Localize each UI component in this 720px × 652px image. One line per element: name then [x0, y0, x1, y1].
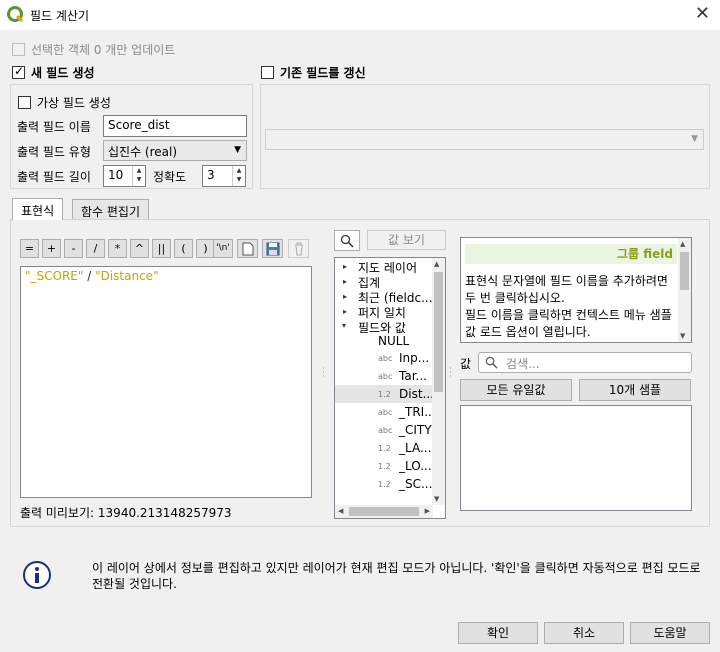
precision-value: 3	[207, 168, 215, 182]
field-item[interactable]: _TRI...	[399, 405, 436, 419]
trash-icon	[294, 242, 303, 256]
search-icon	[340, 234, 354, 248]
operator-divide-button[interactable]: /	[86, 239, 105, 258]
operator-minus-button[interactable]: -	[64, 239, 83, 258]
field-type-select[interactable]: 십진수 (real) ▼	[103, 140, 247, 161]
field-item[interactable]: Tar...	[399, 369, 427, 383]
operator-plus-button[interactable]: +	[42, 239, 61, 258]
expression-field-1: "_SCORE"	[25, 269, 84, 283]
update-selected-label: 선택한 객체 0 개만 업데이트	[31, 43, 176, 57]
window-title: 필드 계산기	[30, 9, 90, 23]
save-button[interactable]	[262, 239, 283, 258]
spin-arrows-icon[interactable]: ▲ ▼	[232, 166, 245, 186]
field-item[interactable]: _LA...	[399, 441, 431, 455]
number-type-icon: 1.2	[378, 390, 391, 399]
field-length-label: 출력 필드 길이	[17, 170, 91, 184]
field-item[interactable]: Dist...	[399, 387, 434, 401]
field-item[interactable]: _SC...	[399, 477, 432, 491]
close-icon[interactable]: ✕	[695, 3, 710, 24]
field-item[interactable]: _LO...	[399, 459, 432, 473]
string-type-icon: abc	[378, 408, 393, 417]
field-item[interactable]: Inp...	[399, 351, 429, 365]
collapse-arrow-icon[interactable]: ▾	[342, 321, 346, 330]
field-item-null[interactable]: NULL	[378, 334, 409, 348]
tab-function-editor[interactable]: 함수 편집기	[72, 199, 150, 220]
field-name-label: 출력 필드 이름	[17, 120, 91, 134]
expand-arrow-icon[interactable]: ▸	[343, 292, 347, 301]
number-type-icon: 1.2	[378, 462, 391, 471]
values-search-placeholder: 검색...	[506, 357, 540, 371]
virtual-field-label: 가상 필드 생성	[37, 96, 111, 110]
chevron-down-icon: ▼	[691, 134, 698, 144]
values-list[interactable]	[460, 405, 692, 511]
field-name-input[interactable]: Score_dist	[103, 115, 247, 137]
number-type-icon: 1.2	[378, 480, 391, 489]
field-length-spinbox[interactable]: 10 ▲ ▼	[103, 165, 146, 187]
update-selected-checkbox[interactable]	[12, 43, 25, 56]
all-unique-values-button[interactable]: 모든 유일값	[460, 379, 572, 401]
title-bar: 필드 계산기 ✕	[0, 0, 720, 30]
expression-operator: /	[83, 269, 96, 283]
help-scrollbar[interactable]: ▲ ▼	[678, 238, 691, 342]
update-existing-label: 기존 필드를 갱신	[280, 66, 366, 80]
expand-arrow-icon[interactable]: ▸	[343, 307, 347, 316]
field-type-label: 출력 필드 유형	[17, 145, 91, 159]
operator-multiply-button[interactable]: *	[108, 239, 127, 258]
values-search-input[interactable]: 검색...	[478, 352, 692, 373]
help-header: 그룹 field	[465, 244, 677, 264]
operator-concat-button[interactable]: ||	[152, 239, 171, 258]
string-type-icon: abc	[378, 354, 393, 363]
operator-power-button[interactable]: ^	[130, 239, 149, 258]
tree-horizontal-scrollbar[interactable]: ◀ ▶	[335, 505, 433, 518]
ok-button[interactable]: 확인	[458, 622, 538, 644]
ten-samples-button[interactable]: 10개 샘플	[579, 379, 691, 401]
values-label: 값	[460, 357, 472, 371]
spin-arrows-icon[interactable]: ▲ ▼	[132, 166, 145, 186]
cancel-button[interactable]: 취소	[544, 622, 624, 644]
number-type-icon: 1.2	[378, 444, 391, 453]
splitter-handle-icon[interactable]: · · ·	[449, 365, 452, 382]
function-search-button[interactable]	[334, 230, 360, 251]
expression-field-2: "Distance"	[95, 269, 159, 283]
string-type-icon: abc	[378, 426, 393, 435]
new-file-icon	[242, 242, 253, 256]
tab-expression[interactable]: 표현식	[12, 198, 64, 220]
precision-spinbox[interactable]: 3 ▲ ▼	[202, 165, 246, 187]
new-field-label: 새 필드 생성	[31, 66, 95, 80]
tree-vertical-scrollbar[interactable]: ▲ ▼	[432, 258, 445, 505]
string-type-icon: abc	[378, 372, 393, 381]
info-icon	[23, 561, 51, 589]
chevron-down-icon: ▼	[234, 145, 241, 155]
function-tree: ▸ 지도 레이어 ▸ 집계 ▸ 최근 (fieldc... ▸ 퍼지 일치 ▾ …	[334, 257, 446, 519]
existing-field-select[interactable]: ▼	[265, 129, 704, 150]
search-icon	[485, 356, 498, 369]
expand-arrow-icon[interactable]: ▸	[343, 262, 347, 271]
info-message: 이 레이어 상에서 정보를 편집하고 있지만 레이어가 현재 편집 모드가 아닙…	[92, 561, 701, 591]
field-item[interactable]: _CITY	[399, 423, 432, 437]
save-icon	[266, 242, 279, 256]
expand-arrow-icon[interactable]: ▸	[343, 277, 347, 286]
update-existing-checkbox[interactable]	[261, 66, 274, 79]
help-panel: 그룹 field 표현식 문자열에 필드 이름을 추가하려면 두 번 클릭하십시…	[460, 237, 692, 343]
help-button[interactable]: 도움말	[630, 622, 710, 644]
virtual-field-checkbox[interactable]	[18, 96, 31, 109]
show-values-button[interactable]: 값 보기	[367, 230, 446, 250]
new-file-button[interactable]	[237, 239, 258, 258]
qgis-logo-icon	[7, 6, 24, 23]
operator-equals-button[interactable]: =	[20, 239, 39, 258]
help-body: 표현식 문자열에 필드 이름을 추가하려면 두 번 클릭하십시오. 필드 이름을…	[465, 274, 672, 339]
expression-editor[interactable]: "_SCORE" / "Distance"	[20, 266, 312, 498]
output-preview: 출력 미리보기: 13940.213148257973	[20, 506, 232, 520]
operator-open-paren-button[interactable]: (	[174, 239, 193, 258]
new-field-checkbox[interactable]	[12, 64, 25, 79]
field-length-value: 10	[108, 168, 124, 182]
field-type-value: 십진수 (real)	[108, 145, 178, 159]
splitter-handle-icon[interactable]: · · ·	[322, 365, 325, 382]
precision-label: 정확도	[153, 170, 187, 184]
delete-button[interactable]	[288, 239, 309, 258]
operator-newline-button[interactable]: '\n'	[213, 239, 233, 258]
